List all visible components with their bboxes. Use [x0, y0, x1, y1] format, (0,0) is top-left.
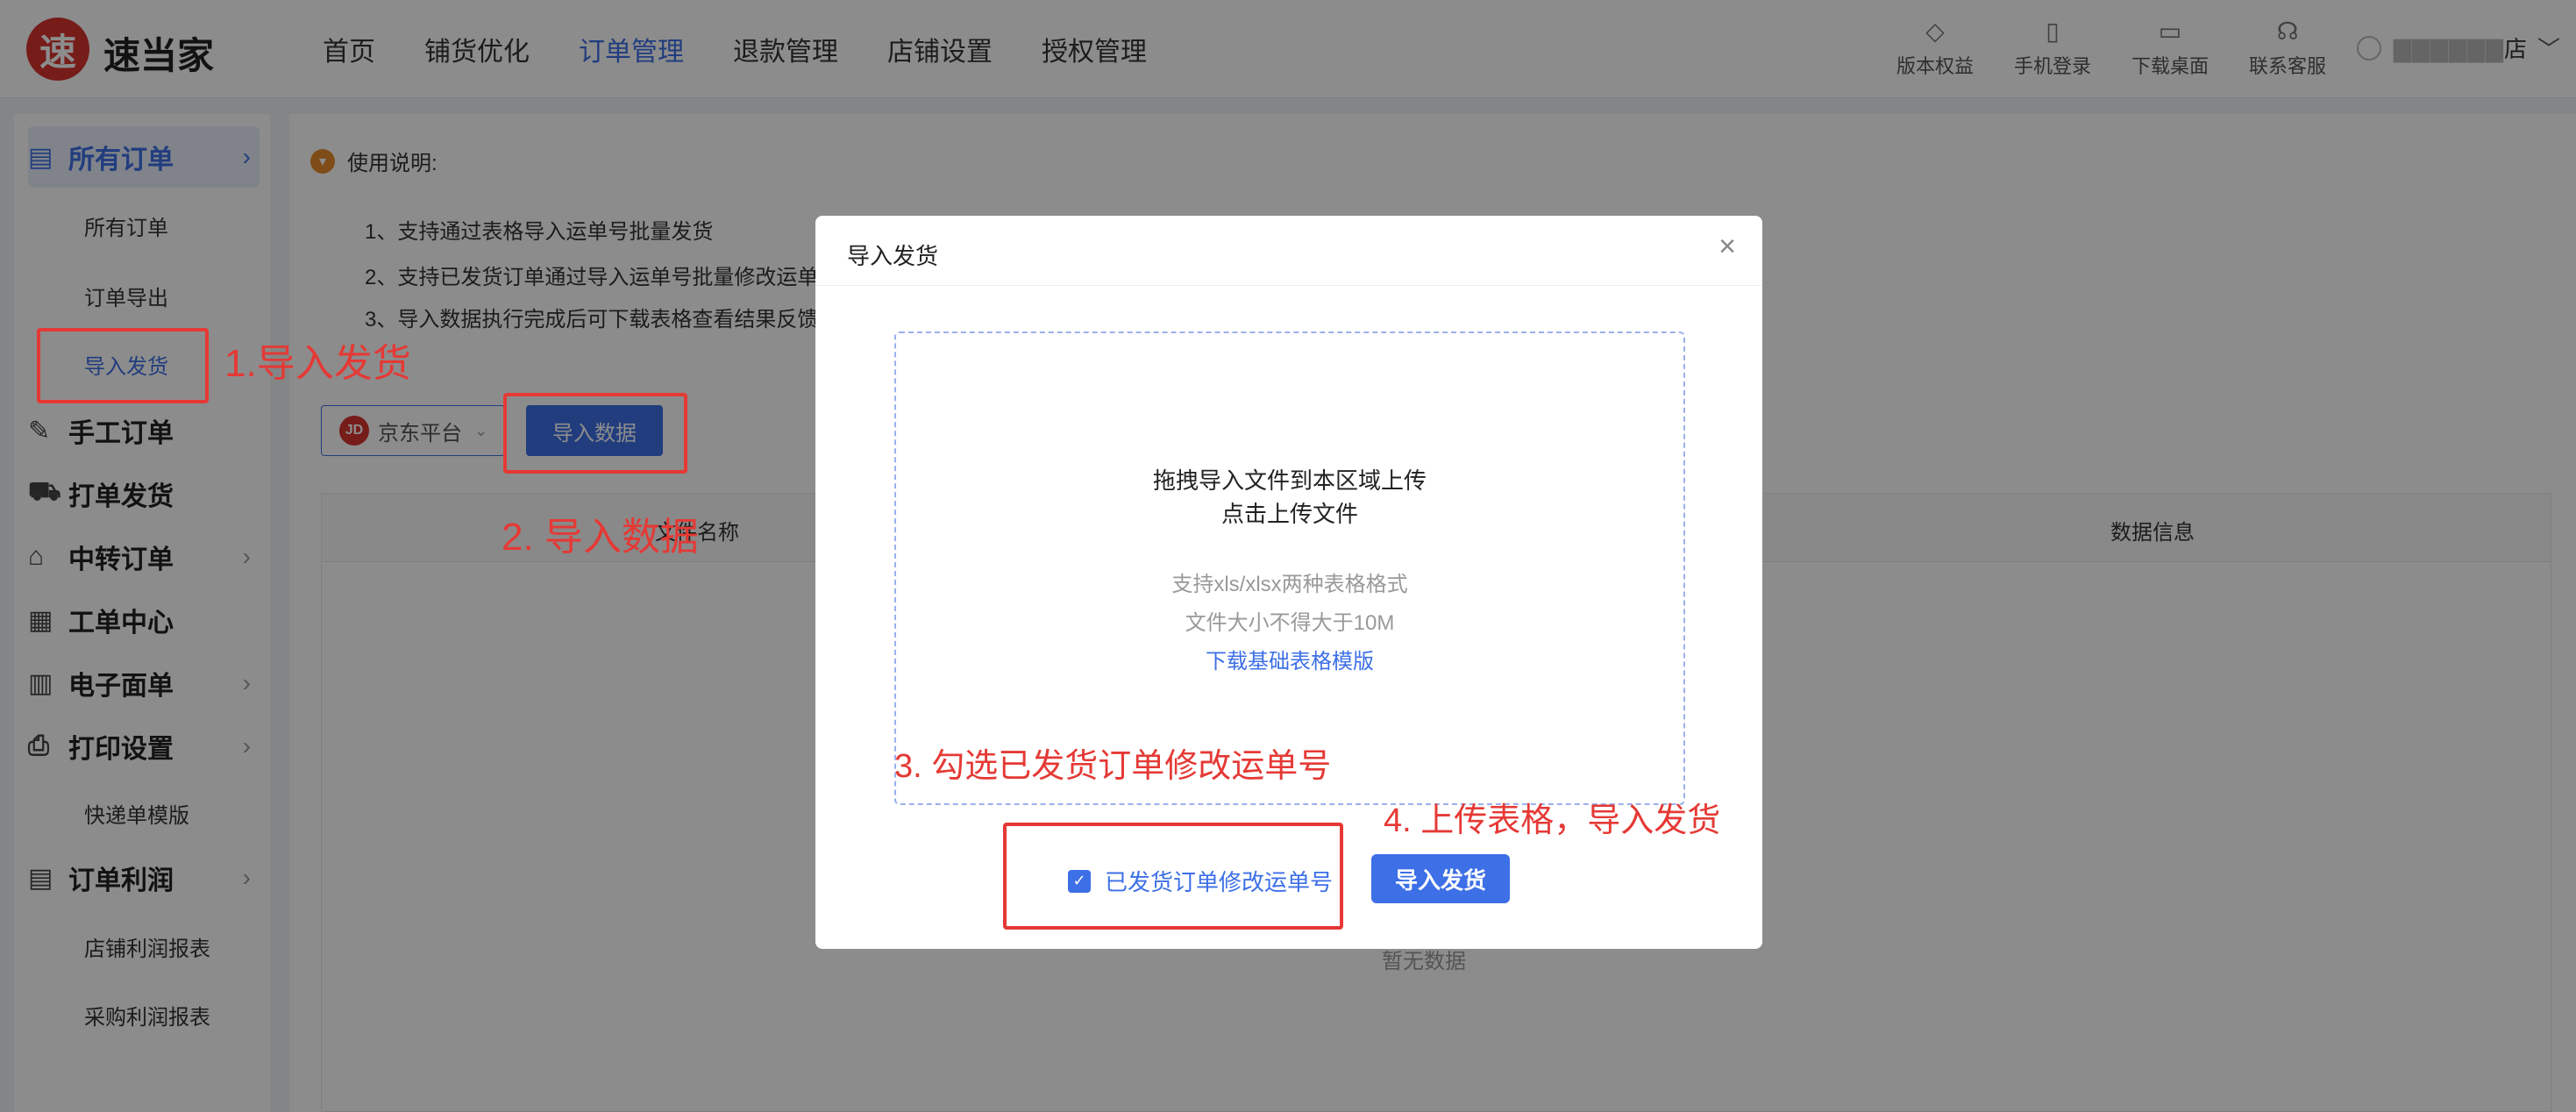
dropzone-size-hint: 文件大小不得大于10M: [1185, 611, 1395, 635]
annotation-box-step3: [1003, 823, 1343, 930]
annotation-step2: 2. 导入数据: [502, 516, 699, 559]
annotation-box-step1: [37, 328, 209, 403]
dropzone-click-text: 点击上传文件: [1220, 501, 1358, 527]
annotation-box-step2: [503, 393, 687, 474]
annotation-step1: 1.导入发货: [224, 342, 411, 385]
import-ship-submit-button[interactable]: 导入发货: [1371, 854, 1510, 903]
annotation-step4: 4. 上传表格，导入发货: [1384, 802, 1721, 839]
modal-header: 导入发货 ×: [815, 216, 1762, 286]
modal-title: 导入发货: [847, 243, 939, 269]
annotation-step3: 3. 勾选已发货订单修改运单号: [894, 748, 1332, 785]
dropzone-format-hint: 支持xls/xlsx两种表格格式: [1171, 573, 1408, 596]
download-template-link[interactable]: 下载基础表格模版: [896, 644, 1683, 674]
close-icon[interactable]: ×: [1719, 230, 1736, 264]
dropzone-drag-text: 拖拽导入文件到本区域上传: [1152, 467, 1427, 494]
upload-dropzone[interactable]: 拖拽导入文件到本区域上传 点击上传文件 支持xls/xlsx两种表格格式 文件大…: [894, 331, 1685, 805]
